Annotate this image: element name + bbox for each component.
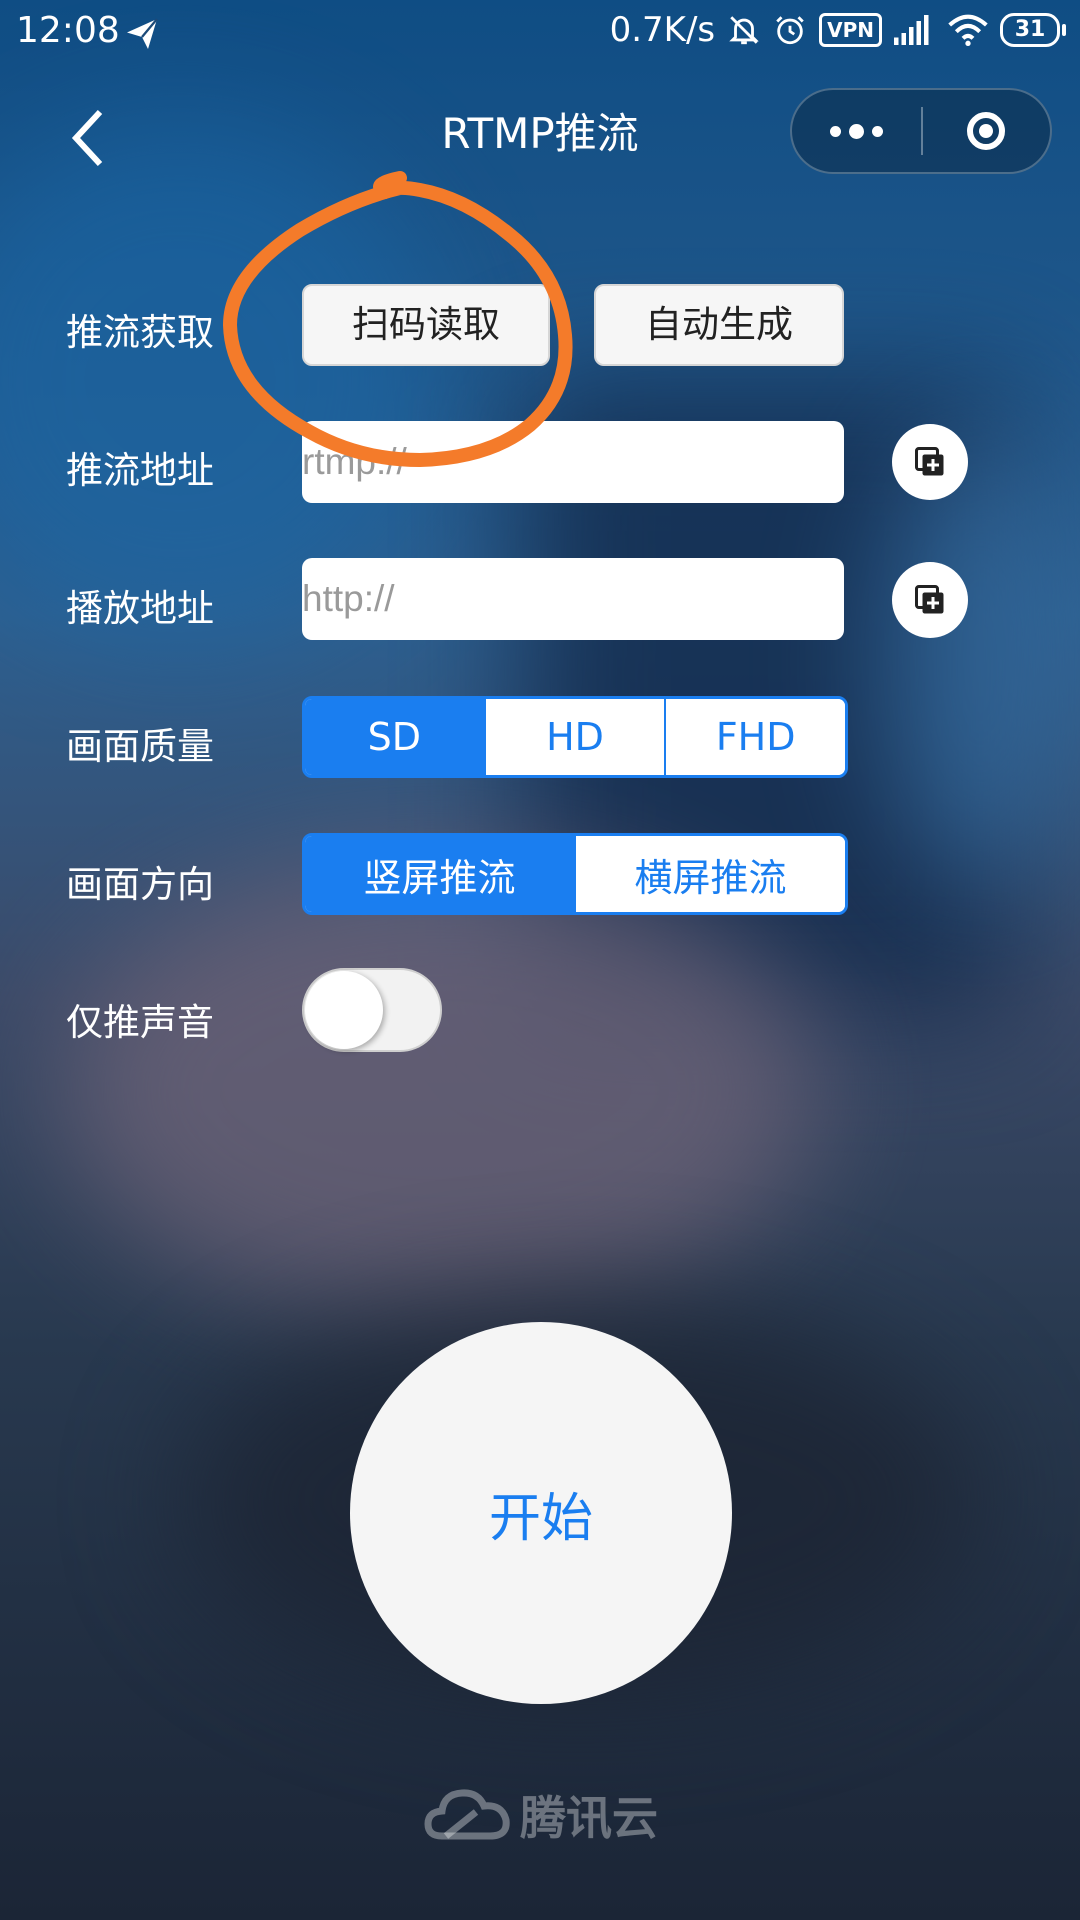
play-url-label: 播放地址 bbox=[66, 587, 214, 630]
play-url-input[interactable] bbox=[302, 558, 844, 640]
orientation-option-portrait[interactable]: 竖屏推流 bbox=[305, 836, 574, 912]
source-label: 推流获取 bbox=[66, 311, 214, 354]
orientation-option-landscape[interactable]: 横屏推流 bbox=[574, 836, 845, 912]
scan-qr-button[interactable]: 扫码读取 bbox=[302, 284, 550, 366]
alarm-icon bbox=[773, 13, 807, 47]
signal-icon bbox=[894, 14, 936, 46]
orientation-label: 画面方向 bbox=[66, 863, 214, 906]
quality-option-hd[interactable]: HD bbox=[483, 699, 665, 775]
quality-option-fhd[interactable]: FHD bbox=[664, 699, 845, 775]
play-url-copy-button[interactable] bbox=[892, 562, 968, 638]
quality-label: 画面质量 bbox=[66, 725, 214, 768]
vpn-badge: VPN bbox=[819, 13, 882, 47]
quality-selector: SD HD FHD bbox=[302, 696, 848, 778]
start-button-label: 开始 bbox=[488, 1488, 593, 1549]
audio-only-toggle[interactable] bbox=[302, 968, 442, 1052]
battery-indicator: 31 bbox=[1000, 13, 1066, 47]
wifi-icon bbox=[948, 13, 988, 47]
push-url-input[interactable] bbox=[302, 421, 844, 503]
toggle-knob bbox=[305, 971, 383, 1049]
copy-add-icon bbox=[915, 585, 944, 614]
battery-level: 31 bbox=[1000, 13, 1060, 47]
tencent-cloud-logo: 腾讯云 bbox=[424, 1782, 658, 1848]
auto-generate-button[interactable]: 自动生成 bbox=[594, 284, 844, 366]
bell-off-icon bbox=[727, 13, 761, 47]
brand-name: 腾讯云 bbox=[520, 1791, 658, 1845]
mini-program-capsule bbox=[790, 88, 1052, 174]
network-speed: 0.7K/s bbox=[609, 10, 716, 50]
close-mini-program-icon[interactable] bbox=[923, 90, 1050, 172]
start-button[interactable]: 开始 bbox=[350, 1322, 732, 1704]
copy-add-icon bbox=[915, 447, 944, 476]
quality-option-sd[interactable]: SD bbox=[305, 699, 484, 775]
audio-only-label: 仅推声音 bbox=[66, 1001, 214, 1044]
more-options-icon[interactable] bbox=[792, 90, 921, 172]
status-time: 12:08 bbox=[16, 10, 120, 51]
push-url-copy-button[interactable] bbox=[892, 424, 968, 500]
orientation-selector: 竖屏推流 横屏推流 bbox=[302, 833, 848, 915]
status-bar: 12:08 0.7K/s VPN 31 bbox=[0, 0, 1080, 66]
cloud-logo-icon bbox=[424, 1789, 510, 1840]
push-url-label: 推流地址 bbox=[66, 449, 214, 492]
send-icon bbox=[127, 18, 158, 49]
